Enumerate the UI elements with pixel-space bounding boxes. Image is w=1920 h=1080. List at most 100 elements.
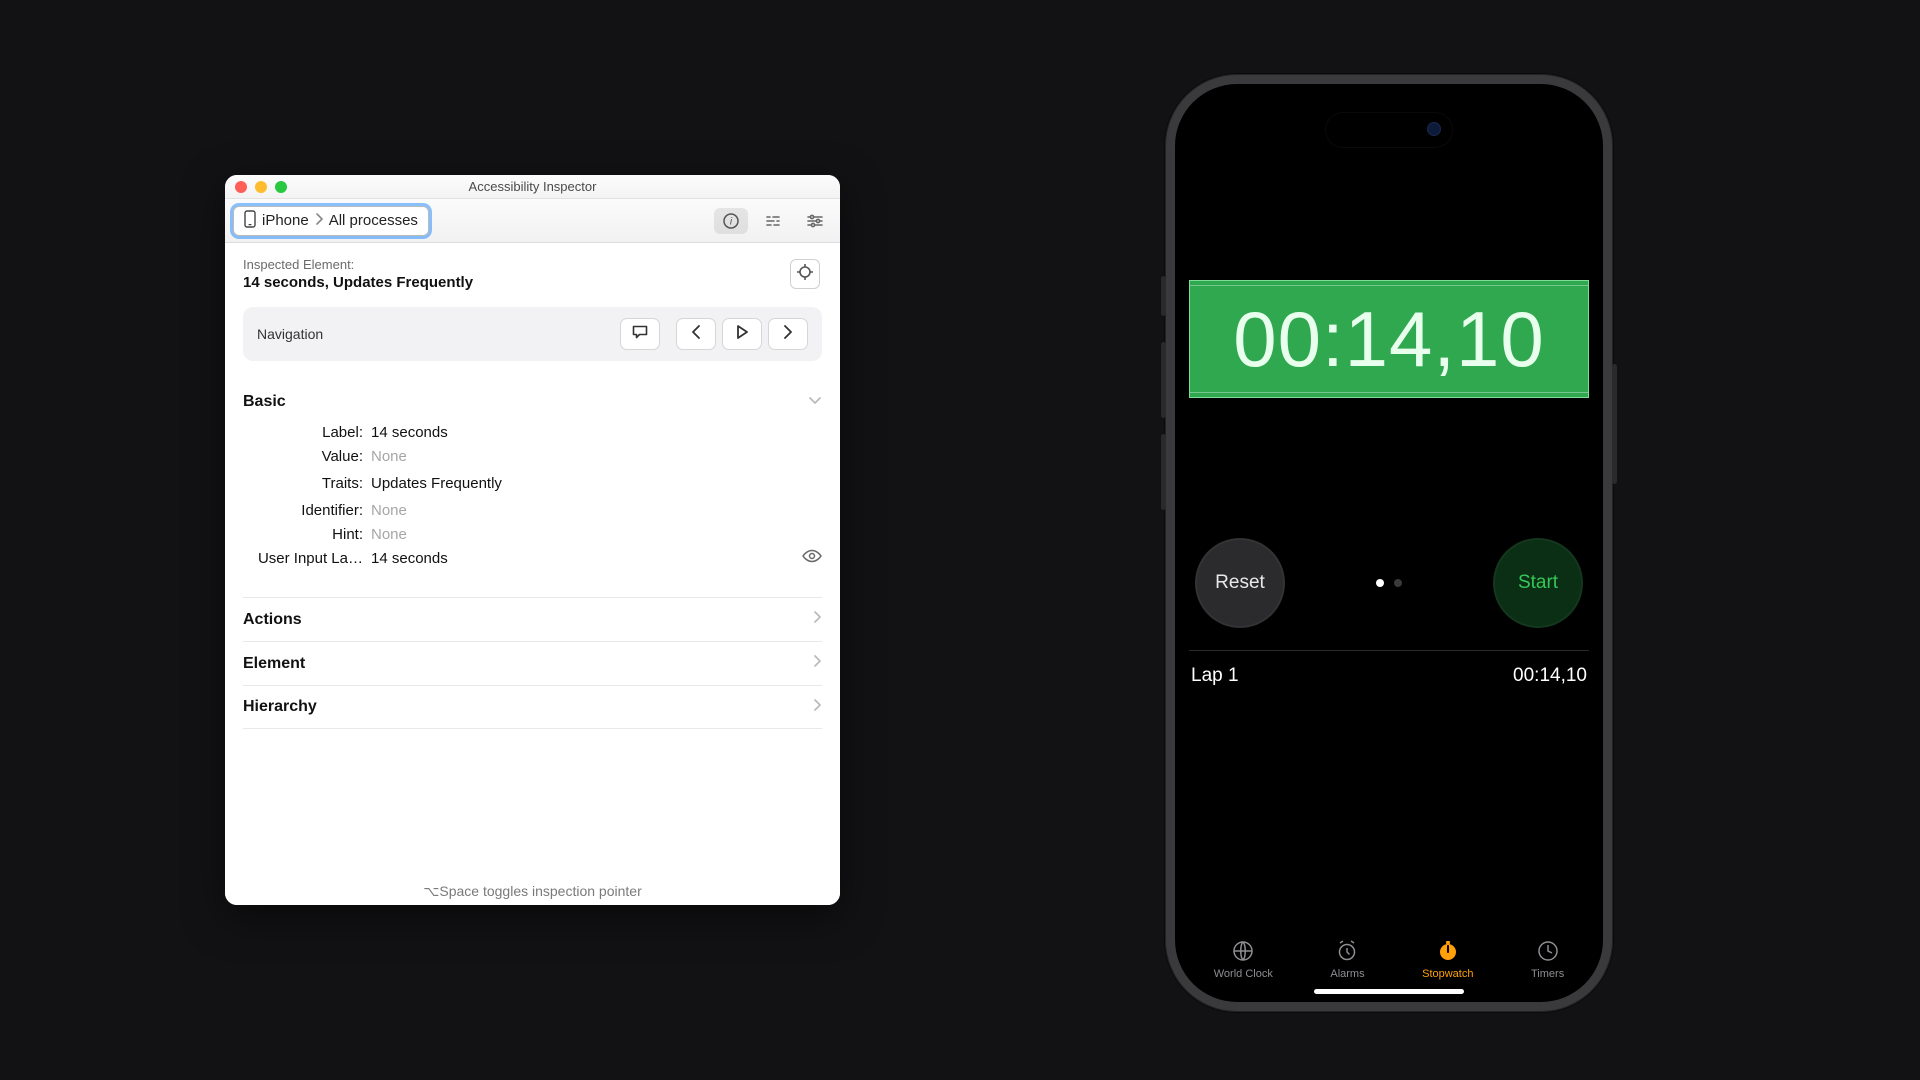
start-label: Start: [1518, 572, 1558, 594]
inspected-element-label: Inspected Element:: [243, 257, 822, 272]
section-title: Actions: [243, 611, 302, 629]
alarm-icon: [1334, 938, 1360, 964]
prop-value: None: [371, 499, 792, 523]
prop-hint: Hint: None: [243, 523, 822, 547]
tab-alarms[interactable]: Alarms: [1330, 938, 1364, 980]
tab-timers[interactable]: Timers: [1531, 938, 1564, 980]
volume-down-button[interactable]: [1161, 434, 1166, 510]
section-title: Hierarchy: [243, 698, 317, 716]
lap-row: Lap 1 00:14,10: [1189, 651, 1589, 701]
inspector-tab-button[interactable]: i: [714, 208, 748, 234]
inspection-target-selector[interactable]: iPhone All processes: [233, 206, 429, 236]
audit-tab-button[interactable]: [756, 208, 790, 234]
zoom-window-button[interactable]: [275, 181, 287, 193]
speak-element-button[interactable]: [620, 318, 660, 350]
eye-icon: [802, 550, 822, 567]
screen: 00:14,10 Reset Start Lap 1 00:14,10: [1175, 84, 1603, 1002]
hierarchy-section-row[interactable]: Hierarchy: [243, 685, 822, 729]
prop-key: Identifier:: [243, 499, 363, 523]
side-button[interactable]: [1612, 364, 1617, 484]
tab-stopwatch[interactable]: Stopwatch: [1422, 938, 1473, 980]
prop-key: Traits:: [243, 469, 363, 499]
navigation-title: Navigation: [257, 326, 323, 342]
chevron-right-icon: [813, 610, 822, 629]
crosshair-icon: [796, 263, 814, 286]
device-icon: [244, 210, 256, 232]
tab-label: Alarms: [1330, 968, 1364, 980]
play-icon: [736, 325, 748, 344]
speech-bubble-icon: [631, 324, 649, 345]
basic-section-header[interactable]: Basic: [243, 393, 822, 411]
iphone-device-frame: 00:14,10 Reset Start Lap 1 00:14,10: [1165, 74, 1613, 1012]
prop-value: None: [371, 445, 792, 469]
page-indicator[interactable]: [1376, 579, 1402, 587]
chevron-down-icon: [808, 393, 822, 411]
prop-key: Label:: [243, 421, 363, 445]
basic-title: Basic: [243, 393, 286, 411]
tab-label: Timers: [1531, 968, 1564, 980]
lap-name: Lap 1: [1191, 665, 1239, 687]
auto-navigate-button[interactable]: [722, 318, 762, 350]
titlebar: Accessibility Inspector: [225, 175, 840, 199]
dynamic-island: [1325, 112, 1453, 148]
previous-element-button[interactable]: [676, 318, 716, 350]
volume-up-button[interactable]: [1161, 342, 1166, 418]
quicklook-button[interactable]: [800, 547, 822, 571]
next-element-button[interactable]: [768, 318, 808, 350]
prop-value: Updates Frequently: [371, 469, 792, 499]
globe-icon: [1230, 938, 1256, 964]
reset-label: Reset: [1215, 572, 1265, 594]
reset-button[interactable]: Reset: [1195, 538, 1285, 628]
inspector-body: Inspected Element: 14 seconds, Updates F…: [225, 243, 840, 905]
inspected-element-summary: 14 seconds, Updates Frequently: [243, 274, 822, 291]
settings-tab-button[interactable]: [798, 208, 832, 234]
actions-section-row[interactable]: Actions: [243, 597, 822, 641]
tab-world-clock[interactable]: World Clock: [1214, 938, 1273, 980]
prop-label: Label: 14 seconds: [243, 421, 822, 445]
prop-value: None: [371, 523, 792, 547]
mute-switch[interactable]: [1161, 276, 1166, 316]
target-process: All processes: [329, 212, 418, 229]
chevron-left-icon: [691, 325, 701, 344]
window-title: Accessibility Inspector: [225, 179, 840, 194]
target-device: iPhone: [262, 212, 309, 229]
navigation-card: Navigation: [243, 307, 822, 361]
stopwatch-time: 00:14,10: [1233, 294, 1545, 385]
tab-bar: World Clock Alarms Stopwatch Timers: [1175, 938, 1603, 980]
window-controls: [235, 181, 287, 193]
prop-key: User Input La…: [243, 547, 363, 571]
chevron-right-icon: [813, 654, 822, 673]
stopwatch-icon: [1435, 938, 1461, 964]
tab-label: Stopwatch: [1422, 968, 1473, 980]
svg-text:i: i: [730, 216, 733, 227]
chevron-right-icon: [813, 698, 822, 717]
start-button[interactable]: Start: [1493, 538, 1583, 628]
prop-key: Hint:: [243, 523, 363, 547]
prop-value: 14 seconds: [371, 421, 792, 445]
chevron-right-icon: [783, 325, 793, 344]
section-title: Element: [243, 655, 305, 673]
page-dot-2: [1394, 579, 1402, 587]
lap-time: 00:14,10: [1513, 665, 1587, 687]
prop-value: 14 seconds: [371, 547, 792, 571]
close-window-button[interactable]: [235, 181, 247, 193]
inspected-element-highlight: 00:14,10: [1189, 280, 1589, 398]
accessibility-inspector-window: Accessibility Inspector iPhone All proce…: [225, 175, 840, 905]
point-to-inspect-button[interactable]: [790, 259, 820, 289]
front-camera-icon: [1427, 122, 1441, 136]
tab-label: World Clock: [1214, 968, 1273, 980]
stopwatch-screen: 00:14,10 Reset Start Lap 1 00:14,10: [1189, 280, 1589, 701]
toolbar: iPhone All processes i: [225, 199, 840, 243]
timer-icon: [1535, 938, 1561, 964]
home-indicator[interactable]: [1314, 989, 1464, 994]
prop-identifier: Identifier: None: [243, 499, 822, 523]
element-section-row[interactable]: Element: [243, 641, 822, 685]
footer-hint: ⌥Space toggles inspection pointer: [225, 877, 840, 905]
chevron-right-icon: [315, 212, 323, 229]
prop-user-input-label: User Input La… 14 seconds: [243, 547, 822, 571]
page-dot-1: [1376, 579, 1384, 587]
prop-value-row: Value: None: [243, 445, 822, 469]
prop-key: Value:: [243, 445, 363, 469]
basic-section: Basic Label: 14 seconds Value: None Trai: [243, 393, 822, 571]
minimize-window-button[interactable]: [255, 181, 267, 193]
